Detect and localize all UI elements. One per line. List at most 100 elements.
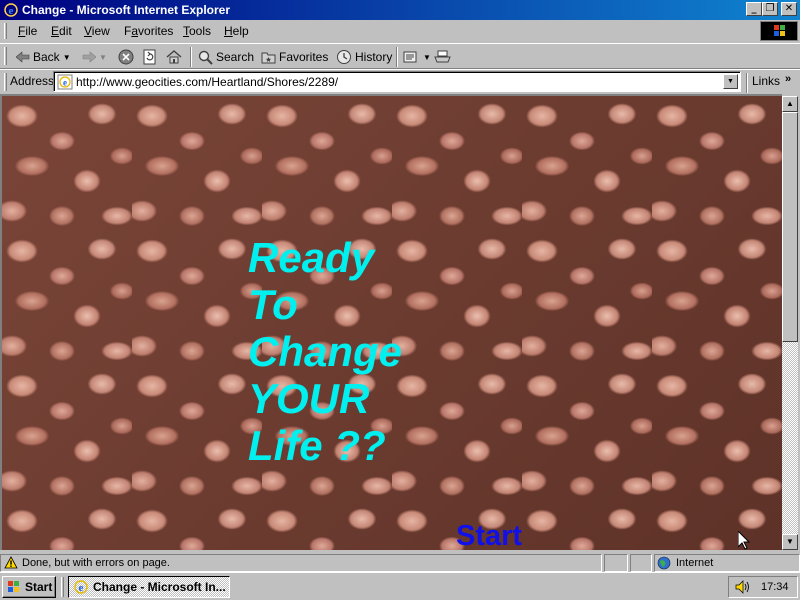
menu-favorites[interactable]: Favorites (124, 24, 173, 38)
home-icon (166, 50, 182, 64)
links-toolbar[interactable]: Links (752, 74, 780, 88)
headline-line: YOUR (248, 375, 370, 422)
address-input[interactable]: e http://www.geocities.com/Heartland/Sho… (53, 71, 741, 92)
menu-help[interactable]: Help (224, 24, 249, 38)
status-message: Done, but with errors on page. (22, 557, 170, 569)
menu-favorites-rest: vorites (138, 24, 174, 38)
links-separator (746, 73, 748, 93)
headline-line: Ready (248, 234, 375, 281)
address-dropdown-icon[interactable]: ▼ (723, 74, 738, 89)
menu-edit-accel: E (51, 24, 60, 38)
links-chevron-icon[interactable]: » (785, 73, 791, 85)
zone-panel: Internet (654, 554, 800, 572)
back-dropdown-icon[interactable]: ▼ (63, 53, 71, 62)
headline-line: Change (248, 328, 403, 375)
headline-line: Life ?? (248, 422, 386, 469)
standard-toolbar: Back ▼ ▼ Search Favorites History ▼ (0, 43, 800, 69)
windows-throbber-icon (760, 21, 798, 41)
close-button[interactable]: ✕ (781, 2, 797, 16)
start-button[interactable]: Start (2, 576, 56, 598)
clock[interactable]: 17:34 (761, 581, 789, 593)
warning-icon[interactable] (4, 556, 18, 569)
favorites-button[interactable]: Favorites (261, 48, 328, 66)
refresh-icon (143, 49, 156, 65)
toolbar-separator (190, 47, 192, 67)
menu-view-rest: iew (91, 24, 110, 38)
svg-text:e: e (79, 582, 84, 594)
taskbar-item-ie[interactable]: e Change - Microsoft In... (68, 576, 230, 598)
favorites-label: Favorites (279, 50, 329, 64)
menu-file-rest: ile (25, 24, 38, 38)
menu-edit-rest: dit (59, 24, 72, 38)
menu-bar: File Edit View Favorites Tools Help (0, 20, 800, 42)
toolbar-grip[interactable] (4, 47, 7, 65)
address-url: http://www.geocities.com/Heartland/Shore… (76, 75, 339, 89)
history-label: History (355, 50, 393, 64)
ie-logo-icon: e (74, 580, 88, 594)
scroll-up-button[interactable]: ▲ (782, 96, 798, 112)
history-button[interactable]: History (336, 48, 392, 66)
taskbar: Start e Change - Microsoft In... 17:34 (0, 572, 800, 600)
forward-button[interactable]: ▼ (82, 48, 107, 66)
security-zone: Internet (676, 557, 714, 569)
system-tray: 17:34 (728, 576, 798, 598)
mail-button[interactable]: ▼ (403, 48, 431, 66)
svg-text:e: e (9, 5, 14, 17)
refresh-button[interactable] (142, 48, 158, 66)
favorites-folder-icon (261, 52, 276, 64)
status-message-panel: Done, but with errors on page. (0, 554, 602, 572)
search-icon (198, 50, 213, 65)
volume-icon[interactable] (735, 580, 751, 594)
print-button[interactable] (434, 48, 451, 66)
home-button[interactable] (166, 48, 182, 66)
windows-logo-icon (8, 581, 19, 592)
toolbar-separator (396, 47, 398, 67)
forward-dropdown-icon[interactable]: ▼ (99, 53, 107, 62)
back-button[interactable]: Back ▼ (16, 48, 71, 66)
vertical-scrollbar[interactable]: ▲ ▼ (782, 96, 798, 550)
menu-tools-rest: ools (189, 24, 212, 38)
taskbar-item-label: Change - Microsoft In... (93, 580, 226, 594)
mouse-cursor-icon (738, 531, 750, 550)
menu-tools[interactable]: Tools (183, 24, 211, 38)
status-panel-empty (630, 554, 652, 572)
maximize-button[interactable]: ❐ (762, 2, 778, 16)
search-button[interactable]: Search (198, 48, 254, 66)
taskbar-grip[interactable] (61, 577, 64, 597)
start-link[interactable]: Start (456, 520, 522, 550)
menu-help-rest: elp (232, 24, 249, 38)
page-icon: e (57, 74, 73, 90)
minimize-button[interactable]: _ (746, 2, 762, 16)
start-label: Start (25, 580, 53, 594)
headline: Ready To Change YOUR Life ?? (248, 234, 402, 469)
scroll-down-button[interactable]: ▼ (782, 534, 798, 550)
status-panel-empty (604, 554, 628, 572)
menu-help-accel: H (224, 24, 233, 38)
stop-button[interactable] (118, 48, 134, 66)
ie-logo-icon: e (4, 3, 18, 17)
back-label: Back (33, 50, 60, 64)
mail-dropdown-icon[interactable]: ▼ (423, 53, 431, 62)
menu-view[interactable]: View (84, 24, 110, 38)
address-bar: Address e http://www.geocities.com/Heart… (0, 69, 800, 93)
title-bar[interactable]: e Change - Microsoft Internet Explorer _… (0, 0, 800, 20)
menubar-grip[interactable] (4, 23, 7, 39)
address-label: Address (10, 74, 55, 88)
mail-icon (403, 51, 417, 63)
svg-text:e: e (63, 78, 67, 88)
window-title: Change - Microsoft Internet Explorer (22, 3, 231, 17)
print-icon (434, 50, 451, 62)
status-bar: Done, but with errors on page. Internet (0, 552, 800, 572)
menu-file[interactable]: File (18, 24, 37, 38)
back-arrow-icon (16, 51, 30, 63)
page-content: Ready To Change YOUR Life ?? Start (0, 94, 782, 550)
search-label: Search (216, 50, 255, 64)
menu-edit[interactable]: Edit (51, 24, 72, 38)
scroll-thumb[interactable] (782, 112, 798, 342)
forward-arrow-icon (82, 51, 96, 63)
menu-view-accel: V (84, 24, 92, 38)
headline-line: To (248, 281, 298, 328)
addressbar-grip[interactable] (4, 73, 7, 91)
stop-icon (118, 49, 134, 65)
history-icon (337, 50, 351, 64)
